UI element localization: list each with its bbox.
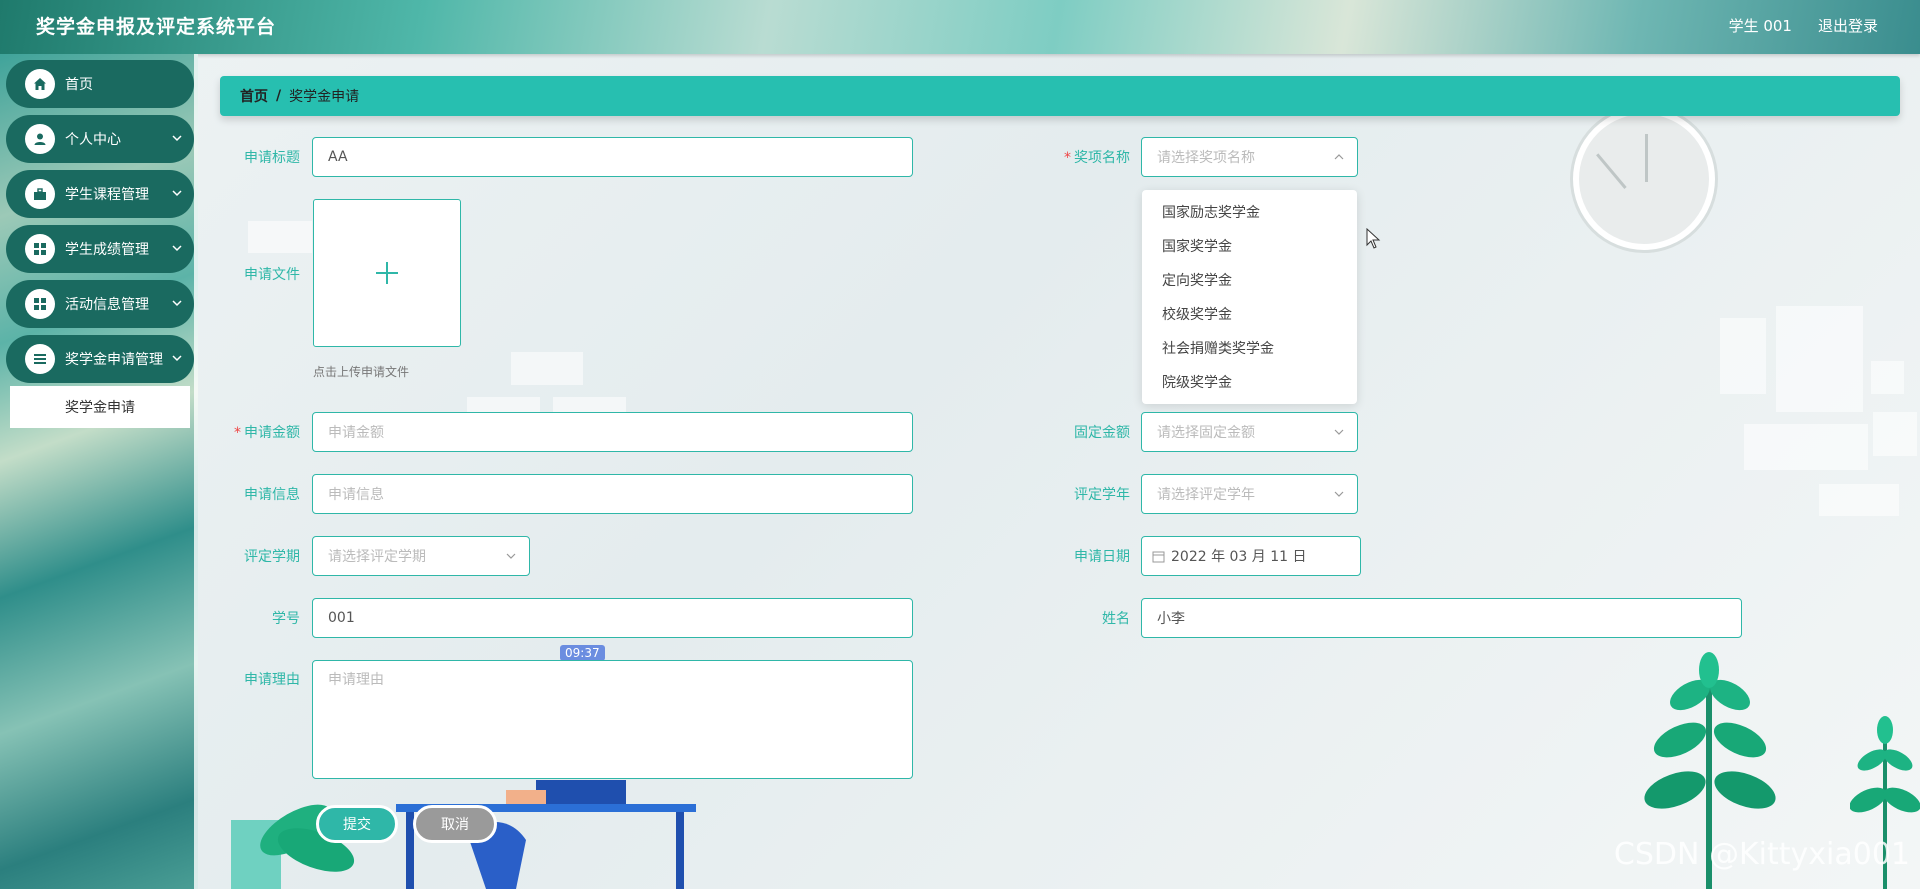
sidebar-item-label: 学生成绩管理: [65, 242, 149, 258]
award-option[interactable]: 社会捐赠类奖学金: [1142, 332, 1357, 366]
chevron-up-icon: [1334, 154, 1344, 160]
chevron-down-icon: [172, 135, 182, 142]
submit-button[interactable]: 提交: [316, 805, 398, 843]
sidebar-item-home[interactable]: 首页: [6, 60, 194, 108]
student-no-value: 001: [328, 610, 355, 626]
breadcrumb-current: 奖学金申请: [289, 89, 360, 105]
chevron-down-icon: [1334, 491, 1344, 497]
chevron-down-icon: [172, 190, 182, 197]
student-no-label: 学号: [272, 611, 300, 627]
decorative-block: [248, 221, 312, 253]
chevron-down-icon: [172, 300, 182, 307]
app-title: 奖学金申报及评定系统平台: [36, 16, 277, 38]
title-input-value: AA: [328, 149, 348, 165]
sidebar-item-grade-management[interactable]: 学生成绩管理: [6, 225, 194, 273]
year-label: 评定学年: [1074, 487, 1130, 503]
amount-placeholder: 申请金额: [328, 425, 384, 441]
reason-label: 申请理由: [244, 672, 300, 688]
sidebar-item-label: 首页: [65, 77, 93, 93]
date-value: 2022 年 03 月 11 日: [1171, 549, 1307, 565]
grid-icon: [25, 289, 55, 319]
sidebar-item-personal-center[interactable]: 个人中心: [6, 115, 194, 163]
logout-link[interactable]: 退出登录: [1818, 15, 1878, 36]
term-label: 评定学期: [244, 549, 300, 565]
fixed-amount-label: 固定金额: [1074, 425, 1130, 441]
sidebar-item-scholarship-management[interactable]: 奖学金申请管理: [6, 335, 194, 383]
year-select[interactable]: 请选择评定学年: [1141, 474, 1358, 514]
sidebar-item-activity-management[interactable]: 活动信息管理: [6, 280, 194, 328]
decorative-block: [511, 352, 583, 385]
top-header: 奖学金申报及评定系统平台 学生 001 退出登录: [0, 0, 1920, 54]
list-icon: [25, 344, 55, 374]
term-placeholder: 请选择评定学期: [328, 549, 426, 565]
current-user[interactable]: 学生 001: [1729, 15, 1792, 36]
breadcrumb-separator: /: [276, 88, 282, 104]
info-placeholder: 申请信息: [328, 487, 384, 503]
reason-textarea[interactable]: 申请理由: [312, 660, 913, 779]
sidebar: 首页 个人中心 学生课程管理 学生成绩管理 活动信息管理 奖学金申请管理 奖学金…: [0, 54, 198, 889]
year-placeholder: 请选择评定学年: [1157, 487, 1255, 503]
grid-icon: [25, 234, 55, 264]
mouse-cursor-icon: [1366, 228, 1381, 249]
cancel-button[interactable]: 取消: [413, 805, 497, 843]
title-label: 申请标题: [244, 150, 300, 166]
upload-tip: 点击上传申请文件: [313, 365, 410, 379]
amount-label: * 申请金额: [234, 425, 300, 441]
award-dropdown: 国家励志奖学金 国家奖学金 定向奖学金 校级奖学金 社会捐赠类奖学金 院级奖学金: [1142, 190, 1357, 404]
calendar-icon: [1152, 551, 1165, 562]
decorative-block: [1873, 412, 1917, 456]
award-option[interactable]: 院级奖学金: [1142, 366, 1357, 400]
student-no-input[interactable]: 001: [312, 598, 913, 638]
decorative-block: [1776, 306, 1863, 412]
decorative-block: [1871, 361, 1904, 394]
amount-input[interactable]: 申请金额: [312, 412, 913, 452]
award-label: * 奖项名称: [1064, 150, 1130, 166]
name-label: 姓名: [1102, 611, 1130, 627]
award-option[interactable]: 校级奖学金: [1142, 298, 1357, 332]
fixed-amount-placeholder: 请选择固定金额: [1157, 425, 1255, 441]
fixed-amount-select[interactable]: 请选择固定金额: [1141, 412, 1358, 452]
file-label: 申请文件: [244, 267, 300, 283]
decorative-block: [1720, 318, 1766, 394]
info-label: 申请信息: [244, 487, 300, 503]
decorative-block: [1744, 424, 1868, 470]
user-icon: [25, 124, 55, 154]
decorative-block: [1819, 484, 1899, 516]
award-select[interactable]: 请选择奖项名称: [1141, 137, 1358, 177]
watermark: CSDN @Kittyxia001: [1613, 837, 1910, 872]
sidebar-item-label: 奖学金申请管理: [65, 352, 163, 368]
chevron-down-icon: [506, 553, 516, 559]
award-option[interactable]: 国家奖学金: [1142, 230, 1357, 264]
sidebar-item-label: 学生课程管理: [65, 187, 149, 203]
time-badge: 09:37: [560, 645, 605, 661]
sidebar-item-label: 个人中心: [65, 132, 121, 148]
title-input[interactable]: AA: [312, 137, 913, 177]
file-upload-box[interactable]: [313, 199, 461, 347]
submenu-item-scholarship-apply[interactable]: 奖学金申请: [10, 386, 190, 428]
award-placeholder: 请选择奖项名称: [1157, 150, 1255, 166]
info-input[interactable]: 申请信息: [312, 474, 913, 514]
header-user-area: 学生 001 退出登录: [1729, 15, 1878, 36]
breadcrumb-home[interactable]: 首页: [240, 86, 268, 106]
date-picker[interactable]: 2022 年 03 月 11 日: [1141, 536, 1361, 576]
plus-icon: [376, 262, 398, 284]
award-option[interactable]: 定向奖学金: [1142, 264, 1357, 298]
name-input[interactable]: 小李: [1141, 598, 1742, 638]
sidebar-item-label: 活动信息管理: [65, 297, 149, 313]
sidebar-item-course-management[interactable]: 学生课程管理: [6, 170, 194, 218]
briefcase-icon: [25, 179, 55, 209]
home-icon: [25, 69, 55, 99]
breadcrumb: 首页 / 奖学金申请: [220, 76, 1900, 116]
term-select[interactable]: 请选择评定学期: [312, 536, 530, 576]
chevron-down-icon: [1334, 429, 1344, 435]
name-value: 小李: [1157, 611, 1185, 627]
chevron-down-icon: [172, 355, 182, 362]
award-option[interactable]: 国家励志奖学金: [1142, 196, 1357, 230]
reason-placeholder: 申请理由: [328, 672, 384, 688]
chevron-down-icon: [172, 245, 182, 252]
clock-illustration: [1573, 108, 1715, 250]
date-label: 申请日期: [1074, 549, 1130, 565]
